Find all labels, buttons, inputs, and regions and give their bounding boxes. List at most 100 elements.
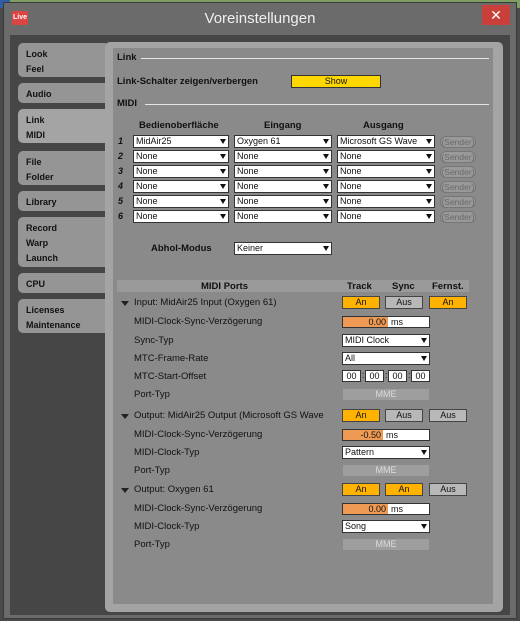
remote-toggle[interactable]: An [429,296,467,309]
collapse-triangle-icon[interactable] [121,301,129,306]
output-select[interactable]: Microsoft GS Wave [337,135,435,148]
input-select[interactable]: None [234,165,332,178]
sync-toggle[interactable]: An [385,483,423,496]
output-select[interactable]: None [337,210,435,223]
unit-label: ms [391,504,403,514]
timecode-seconds[interactable]: 00 [388,370,407,382]
collapse-triangle-icon[interactable] [121,488,129,493]
select-value: None [237,151,259,161]
clock-delay-value: 0.00 [343,504,388,514]
sync-type-label: Sync-Typ [134,335,174,346]
timecode-frames[interactable]: 00 [411,370,430,382]
remote-toggle[interactable]: Aus [429,483,467,496]
clock-delay-field[interactable]: 0.00 ms [342,316,430,328]
select-value: None [237,181,259,191]
select-value: None [136,196,158,206]
track-toggle[interactable]: An [342,296,380,309]
clock-type-select[interactable]: Song [342,520,430,533]
port-type-value: MME [342,538,430,551]
clock-type-select[interactable]: Pattern [342,446,430,459]
tab-audio[interactable]: Audio [18,83,106,103]
dropdown-arrow-icon [323,199,329,204]
tab-label: Folder [26,172,54,182]
tab-record-warp-launch[interactable]: Record Warp Launch [18,217,106,267]
control-surface-select[interactable]: None [133,165,229,178]
tab-link-midi[interactable]: Link MIDI [18,109,114,143]
control-surface-select[interactable]: None [133,150,229,163]
link-midi-page[interactable]: Link Link-Schalter zeigen/verbergen Show… [113,48,493,604]
dump-sender-button[interactable]: (Sender) [440,166,476,178]
port-type-label: Port-Typ [134,465,170,476]
control-surface-select[interactable]: None [133,195,229,208]
dropdown-arrow-icon [426,154,432,159]
track-toggle[interactable]: An [342,483,380,496]
port-type-label: Port-Typ [134,389,170,400]
collapse-triangle-icon[interactable] [121,414,129,419]
dump-sender-button[interactable]: (Sender) [440,136,476,148]
tab-look-feel[interactable]: Look Feel [18,43,106,77]
mtc-start-offset-label: MTC-Start-Offset [134,371,207,382]
title-bar: Live Voreinstellungen ✕ [4,3,516,33]
output-select[interactable]: None [337,165,435,178]
select-value: All [345,353,356,363]
mtc-frame-rate-label: MTC-Frame-Rate [134,353,209,364]
dropdown-arrow-icon [421,450,427,455]
row-number: 1 [118,136,124,146]
track-toggle[interactable]: An [342,409,380,422]
section-link-heading: Link [117,52,137,63]
close-button[interactable]: ✕ [482,5,510,25]
output-select[interactable]: None [337,150,435,163]
dropdown-arrow-icon [323,139,329,144]
clock-delay-field[interactable]: -0.50 ms [342,429,430,441]
unit-label: ms [386,430,398,440]
select-value: None [237,166,259,176]
output-select[interactable]: None [337,180,435,193]
tab-label: Feel [26,64,45,74]
input-select[interactable]: None [234,150,332,163]
show-link-button[interactable]: Show [291,75,381,88]
select-value: None [136,181,158,191]
takeover-mode-select[interactable]: Keiner [234,242,332,255]
remote-toggle[interactable]: Aus [429,409,467,422]
sync-toggle[interactable]: Aus [385,409,423,422]
dropdown-arrow-icon [220,199,226,204]
dropdown-arrow-icon [421,524,427,529]
tab-library[interactable]: Library [18,191,106,211]
tab-label: Warp [26,238,49,248]
tab-file-folder[interactable]: File Folder [18,151,106,185]
tab-label: Library [26,197,57,207]
dump-sender-button[interactable]: (Sender) [440,196,476,208]
select-value: None [136,166,158,176]
select-value: None [340,196,362,206]
dump-sender-button[interactable]: (Sender) [440,181,476,193]
timecode-hours[interactable]: 00 [342,370,361,382]
input-select[interactable]: None [234,180,332,193]
input-select[interactable]: Oxygen 61 [234,135,332,148]
tab-label: Licenses [26,305,65,315]
output-select[interactable]: None [337,195,435,208]
takeover-mode-label: Abhol-Modus [151,243,212,254]
port-title: Output: Oxygen 61 [134,484,214,495]
dropdown-arrow-icon [426,199,432,204]
clock-delay-field[interactable]: 0.00 ms [342,503,430,515]
mtc-frame-rate-select[interactable]: All [342,352,430,365]
input-select[interactable]: None [234,195,332,208]
tab-label: Look [26,49,48,59]
port-type-value: MME [342,388,430,401]
tab-licenses-maintenance[interactable]: Licenses Maintenance [18,299,106,333]
sync-toggle[interactable]: Aus [385,296,423,309]
dump-sender-button[interactable]: (Sender) [440,211,476,223]
input-select[interactable]: None [234,210,332,223]
select-value: Pattern [345,447,375,457]
tab-cpu[interactable]: CPU [18,273,106,293]
timecode-minutes[interactable]: 00 [365,370,384,382]
clock-type-label: MIDI-Clock-Typ [134,521,200,532]
control-surface-select[interactable]: None [133,210,229,223]
col-header-sync: Sync [392,281,415,292]
select-value: None [237,211,259,221]
control-surface-select[interactable]: MidAir25 [133,135,229,148]
control-surface-select[interactable]: None [133,180,229,193]
divider [145,104,489,105]
dump-sender-button[interactable]: (Sender) [440,151,476,163]
sync-type-select[interactable]: MIDI Clock [342,334,430,347]
